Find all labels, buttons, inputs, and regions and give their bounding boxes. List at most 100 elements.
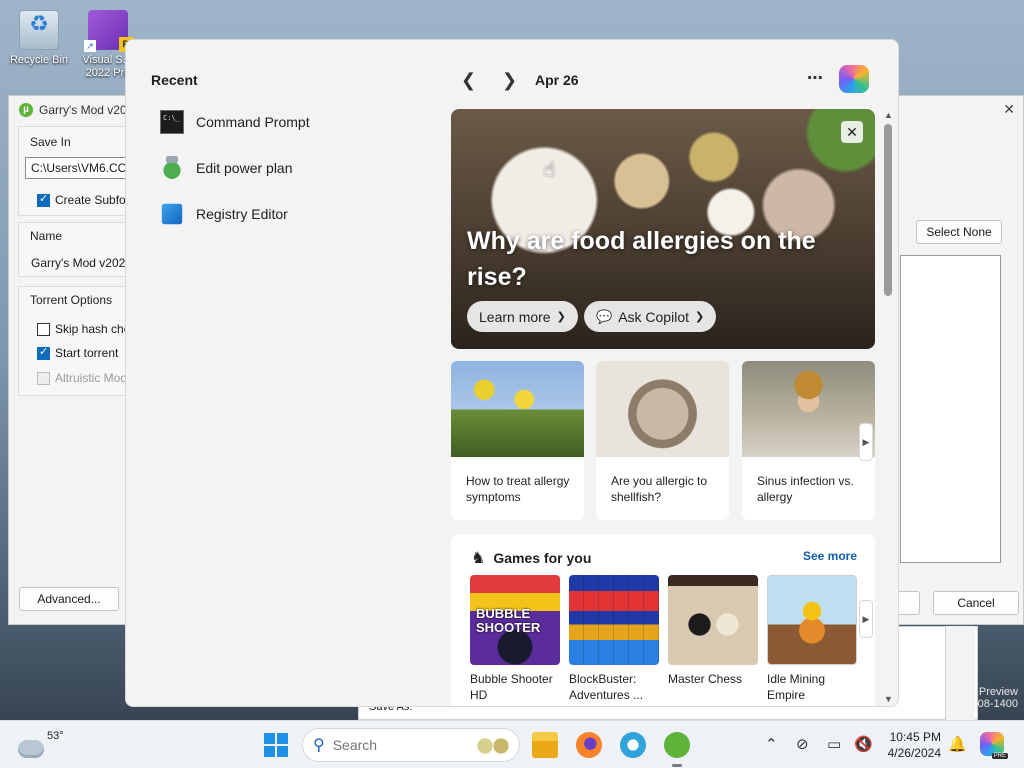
hero-article-card[interactable]: ✕ Why are food allergies on the rise? Le… (451, 109, 875, 349)
power-plan-icon (160, 156, 184, 180)
display-icon[interactable]: ▭ (827, 735, 841, 753)
game-tile[interactable]: Idle Mining Empire (767, 575, 857, 703)
games-heading: ♞ Games for you (471, 550, 592, 567)
ask-copilot-button[interactable]: 💬 Ask Copilot ❯ (584, 301, 717, 332)
game-tile[interactable]: Master Chess (668, 575, 758, 687)
advanced-button[interactable]: Advanced... (19, 587, 119, 611)
chess-piece-icon: ♞ (471, 550, 486, 567)
chevron-left-icon: ❮ (461, 70, 477, 90)
article-card[interactable]: Are you allergic to shellfish? (596, 361, 729, 520)
recent-item-edit-power-plan[interactable]: Edit power plan (160, 156, 293, 180)
game-thumbnail (569, 575, 659, 665)
select-none-button[interactable]: Select None (916, 220, 1002, 244)
copilot-taskbar-icon[interactable]: PRE (980, 732, 1008, 759)
games-next-button[interactable]: ▶ (859, 600, 873, 638)
skip-hash-checkbox[interactable]: Skip hash che (37, 322, 130, 336)
game-name: Idle Mining Empire (767, 672, 826, 702)
recent-heading: Recent (151, 72, 198, 88)
start-button[interactable] (264, 733, 288, 757)
windows-logo-icon (264, 733, 275, 744)
ok-button-partial[interactable] (896, 591, 920, 615)
file-explorer-icon[interactable] (532, 732, 558, 758)
chevron-right-icon: ❯ (556, 311, 566, 323)
see-more-link[interactable]: See more (803, 549, 857, 563)
save-in-field[interactable]: C:\Users\VM6.COM (25, 157, 139, 179)
clock-time: 10:45 PM (889, 730, 941, 744)
scroll-down-icon[interactable]: ▼ (884, 694, 893, 704)
clock-date: 4/26/2024 (887, 746, 941, 760)
cards-next-button[interactable]: ▶ (859, 423, 873, 461)
weather-widget[interactable]: 53° (18, 730, 64, 758)
weather-temperature: 53° (47, 730, 64, 742)
game-thumbnail (668, 575, 758, 665)
search-input[interactable] (332, 737, 463, 753)
game-name: Bubble Shooter HD (470, 672, 553, 702)
shortcut-arrow-icon: ↗ (84, 40, 96, 52)
article-image (596, 361, 729, 457)
article-card[interactable]: How to treat allergy symptoms (451, 361, 584, 520)
recent-item-label: Registry Editor (196, 206, 288, 222)
hero-title: Why are food allergies on the rise? (467, 227, 816, 291)
name-label: Name (30, 229, 63, 243)
create-subfolder-checkbox[interactable]: Create Subfold (37, 192, 135, 207)
game-tile[interactable]: Bubble Shooter HD (470, 575, 560, 703)
article-card[interactable]: Sinus infection vs. allergy (742, 361, 875, 520)
next-day-button[interactable]: ❯ (502, 70, 517, 91)
dialog-title: µ Garry's Mod v20 (19, 103, 127, 117)
cancel-button[interactable]: Cancel (933, 591, 1019, 615)
command-prompt-icon (160, 110, 184, 134)
hand-cursor-icon: ☝ (543, 159, 556, 181)
chevron-up-icon[interactable]: ⌃ (765, 735, 778, 753)
game-name: BlockBuster: Adventures ... (569, 672, 644, 702)
name-field[interactable]: Garry's Mod v2024 (25, 252, 139, 274)
recycle-bin-desktop-icon[interactable]: Recycle Bin (1, 10, 77, 67)
feed-date: Apr 26 (535, 72, 579, 88)
browser-icon[interactable] (620, 732, 646, 758)
previous-day-button[interactable]: ❮ (461, 70, 476, 91)
visual-studio-icon: ↗ PI (84, 10, 134, 52)
utorrent-taskbar-icon[interactable] (664, 732, 690, 767)
volume-muted-icon[interactable]: 🔇 (854, 735, 873, 753)
more-options-button[interactable]: ⋯ (807, 68, 824, 88)
torrent-options-label: Torrent Options (30, 293, 113, 307)
game-thumbnail (767, 575, 857, 665)
recent-item-registry-editor[interactable]: Registry Editor (160, 202, 288, 226)
caret-right-icon: ▶ (862, 614, 870, 624)
article-image (451, 361, 584, 457)
taskbar-clock[interactable]: 10:45 PM 4/26/2024 (883, 729, 941, 761)
checkbox-disabled-icon (37, 371, 50, 385)
chevron-right-icon: ❯ (502, 70, 518, 90)
start-torrent-checkbox[interactable]: Start torrent (37, 345, 118, 360)
games-card: ♞ Games for you See more Bubble Shooter … (451, 534, 875, 706)
recent-item-label: Command Prompt (196, 114, 310, 130)
notification-bell-icon[interactable]: 🔔 (948, 735, 967, 753)
start-widgets-panel: Recent Command Prompt Edit power plan Re… (125, 39, 899, 707)
file-list-box[interactable] (900, 255, 1001, 563)
article-caption: Are you allergic to shellfish? (611, 474, 708, 504)
game-tile[interactable]: BlockBuster: Adventures ... (569, 575, 659, 703)
copilot-preview-badge: PRE (991, 753, 1008, 759)
caret-right-icon: ▶ (862, 437, 870, 447)
scroll-up-icon[interactable]: ▲ (884, 110, 893, 120)
learn-more-button[interactable]: Learn more ❯ (467, 301, 578, 332)
checkbox-checked-icon (37, 192, 50, 207)
altruistic-mode-checkbox[interactable]: Altruistic Mod (37, 371, 127, 385)
save-in-label: Save In (30, 135, 71, 149)
article-caption: Sinus infection vs. allergy (757, 474, 854, 504)
search-highlight-icon (473, 735, 513, 757)
dialog-close-icon[interactable]: ✕ (1003, 101, 1015, 118)
copilot-icon[interactable] (839, 65, 869, 93)
recycle-bin-icon (19, 10, 59, 50)
taskbar-search[interactable]: ⚲ (302, 728, 520, 762)
checkbox-checked-icon (37, 345, 50, 360)
panel-scrollbar-thumb[interactable] (884, 124, 892, 296)
firefox-icon[interactable] (576, 732, 602, 758)
chevron-right-icon: ❯ (695, 311, 705, 323)
search-icon: ⚲ (313, 737, 325, 754)
article-image (742, 361, 875, 457)
cloud-icon (18, 740, 44, 758)
recent-item-command-prompt[interactable]: Command Prompt (160, 110, 310, 134)
taskbar: 53° ⚲ ⌃ ⊘ ▭ 🔇 10:45 PM 4/26/2024 🔔 PRE (0, 720, 1024, 768)
close-icon[interactable]: ✕ (841, 121, 863, 143)
network-offline-icon[interactable]: ⊘ (796, 735, 809, 753)
